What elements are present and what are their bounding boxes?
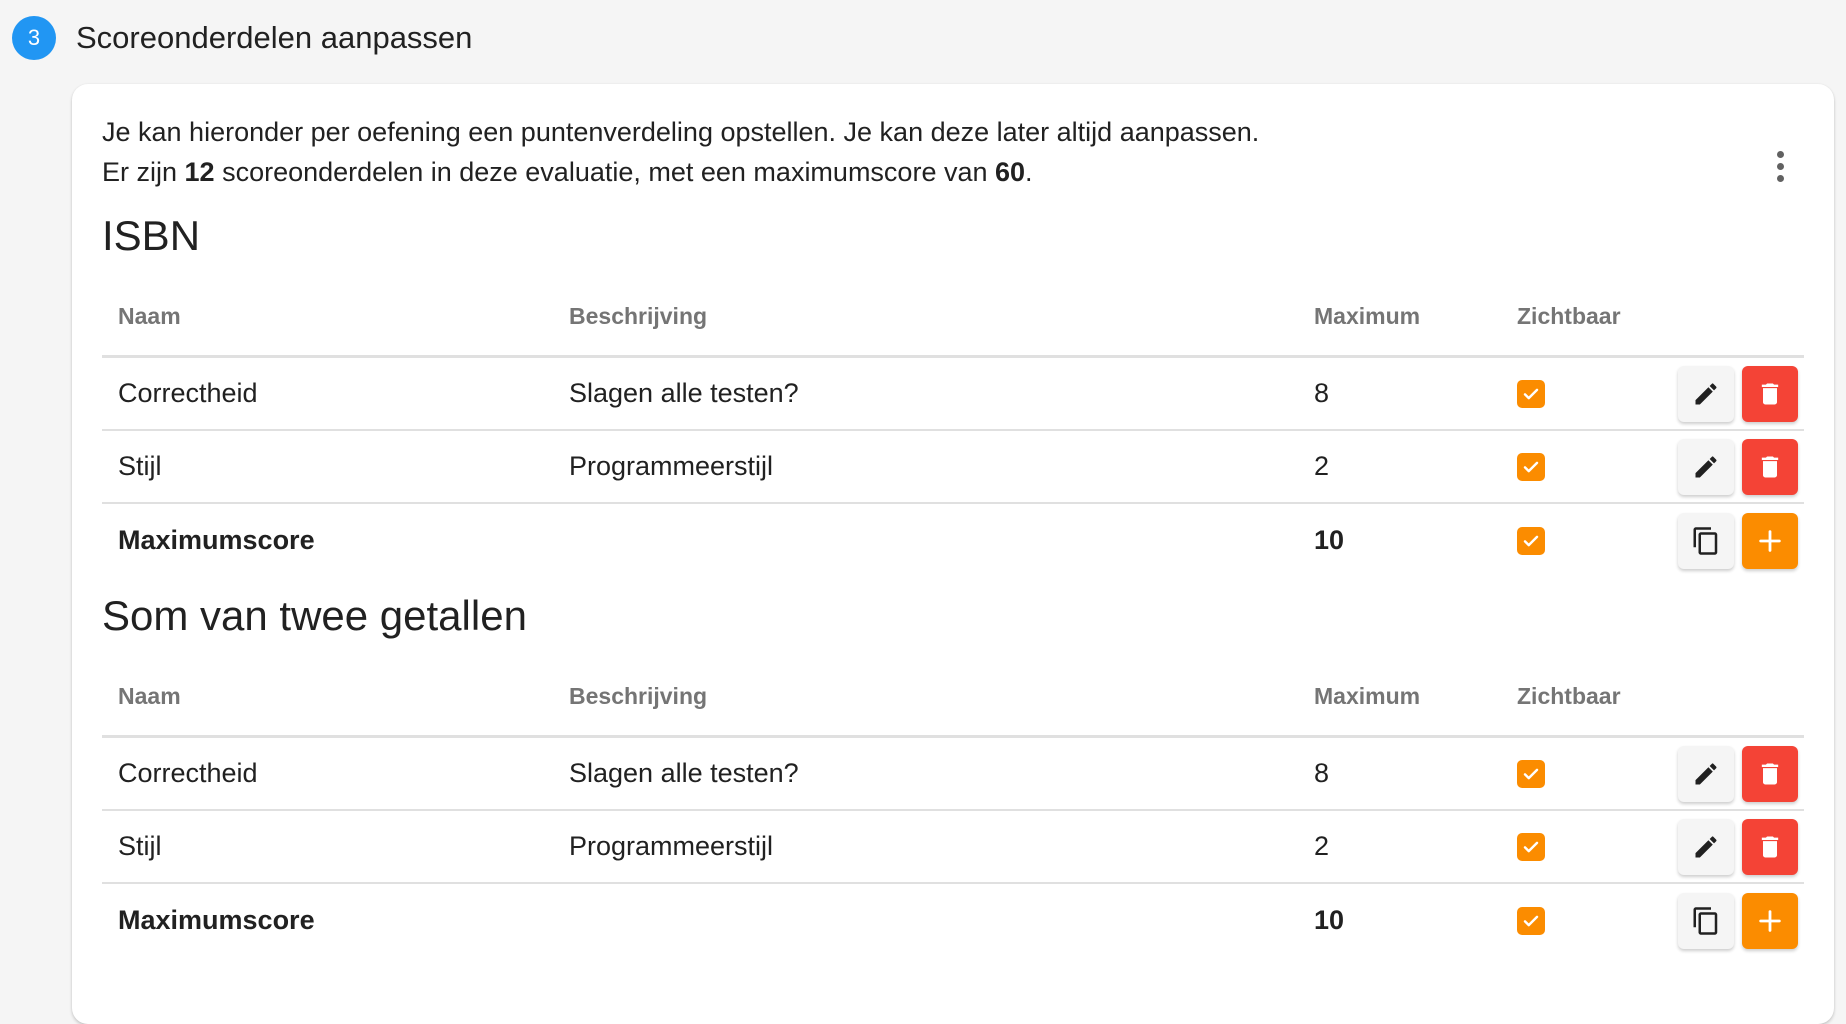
header-zichtbaar: Zichtbaar: [1517, 683, 1621, 709]
pencil-icon: [1695, 835, 1717, 857]
header-zichtbaar: Zichtbaar: [1517, 303, 1621, 329]
intro-line-2-middle: scoreonderdelen in deze evaluatie, met e…: [214, 157, 995, 187]
step-title: Scoreonderdelen aanpassen: [76, 20, 473, 55]
step-header: 3 Scoreonderdelen aanpassen: [12, 16, 472, 60]
copy-button[interactable]: [1678, 892, 1734, 949]
table-row: Correctheid Slagen alle testen? 8: [102, 738, 1804, 811]
header-maximum: Maximum: [1314, 303, 1421, 329]
visible-checkbox[interactable]: [1517, 379, 1545, 408]
intro-line-2: Er zijn 12 scoreonderdelen in deze evalu…: [102, 152, 1259, 192]
intro-line-2-prefix: Er zijn: [102, 157, 185, 187]
visible-checkbox[interactable]: [1517, 832, 1545, 861]
table-header: Naam Beschrijving Maximum Zichtbaar: [102, 278, 1804, 358]
total-max-score: 60: [995, 157, 1026, 187]
plus-icon: [1759, 529, 1781, 552]
cell-naam: Stijl: [118, 451, 162, 481]
visible-checkbox[interactable]: [1517, 759, 1545, 788]
copy-icon: [1693, 526, 1718, 555]
check-icon: [1523, 768, 1539, 779]
delete-button[interactable]: [1742, 818, 1798, 875]
check-icon: [1523, 388, 1539, 399]
cell-beschrijving: Programmeerstijl: [569, 451, 774, 481]
delete-button[interactable]: [1742, 365, 1798, 422]
cell-naam: Correctheid: [118, 378, 258, 408]
cell-maximum: 2: [1314, 831, 1330, 861]
header-maximum: Maximum: [1314, 683, 1421, 709]
cell-naam: Stijl: [118, 831, 162, 861]
visible-checkbox[interactable]: [1517, 906, 1545, 935]
edit-button[interactable]: [1678, 818, 1734, 875]
score-table-isbn: Naam Beschrijving Maximum Zichtbaar Corr…: [102, 278, 1804, 577]
score-items-card: Je kan hieronder per oefening een punten…: [72, 84, 1834, 1024]
header-beschrijving: Beschrijving: [569, 303, 708, 329]
table-row-total: Maximumscore 10: [102, 504, 1804, 577]
intro-text: Je kan hieronder per oefening een punten…: [102, 112, 1259, 192]
header-naam: Naam: [118, 683, 181, 709]
cell-naam: Correctheid: [118, 758, 258, 788]
header-beschrijving: Beschrijving: [569, 683, 708, 709]
plus-icon: [1759, 909, 1781, 932]
table-row: Stijl Programmeerstijl 2: [102, 431, 1804, 504]
visible-checkbox[interactable]: [1517, 526, 1545, 555]
check-icon: [1523, 915, 1539, 926]
check-icon: [1523, 841, 1539, 852]
score-item-count: 12: [184, 157, 215, 187]
trash-icon: [1761, 836, 1779, 857]
delete-button[interactable]: [1742, 745, 1798, 802]
trash-icon: [1761, 456, 1779, 477]
cell-total-maximum: 10: [1314, 905, 1345, 935]
edit-button[interactable]: [1678, 438, 1734, 495]
intro-line-1: Je kan hieronder per oefening een punten…: [102, 117, 1260, 147]
header-naam: Naam: [118, 303, 181, 329]
table-row: Stijl Programmeerstijl 2: [102, 811, 1804, 884]
table-header: Naam Beschrijving Maximum Zichtbaar: [102, 658, 1804, 738]
cell-beschrijving: Programmeerstijl: [569, 831, 774, 861]
table-row: Correctheid Slagen alle testen? 8: [102, 358, 1804, 431]
check-icon: [1523, 461, 1539, 472]
trash-icon: [1761, 763, 1779, 784]
pencil-icon: [1695, 455, 1717, 477]
add-button[interactable]: [1742, 892, 1798, 949]
add-button[interactable]: [1742, 512, 1798, 569]
pencil-icon: [1695, 762, 1717, 784]
pencil-icon: [1695, 382, 1717, 404]
cell-maximum: 8: [1314, 758, 1330, 788]
copy-icon: [1693, 906, 1718, 935]
section-title-som: Som van twee getallen: [102, 592, 527, 639]
edit-button[interactable]: [1678, 365, 1734, 422]
edit-button[interactable]: [1678, 745, 1734, 802]
more-vert-icon[interactable]: [1768, 144, 1792, 188]
cell-maximum: 8: [1314, 378, 1330, 408]
visible-checkbox[interactable]: [1517, 452, 1545, 481]
table-row-total: Maximumscore 10: [102, 884, 1804, 957]
step-number-badge: 3: [12, 16, 56, 60]
cell-beschrijving: Slagen alle testen?: [569, 378, 799, 408]
trash-icon: [1761, 383, 1779, 404]
cell-beschrijving: Slagen alle testen?: [569, 758, 799, 788]
section-title-isbn: ISBN: [102, 212, 201, 259]
delete-button[interactable]: [1742, 438, 1798, 495]
intro-line-2-suffix: .: [1025, 157, 1033, 187]
cell-maximum: 2: [1314, 451, 1330, 481]
check-icon: [1523, 535, 1539, 546]
copy-button[interactable]: [1678, 512, 1734, 569]
cell-total-maximum: 10: [1314, 525, 1345, 555]
cell-total-label: Maximumscore: [118, 525, 315, 555]
cell-total-label: Maximumscore: [118, 905, 315, 935]
score-table-som: Naam Beschrijving Maximum Zichtbaar Corr…: [102, 658, 1804, 957]
